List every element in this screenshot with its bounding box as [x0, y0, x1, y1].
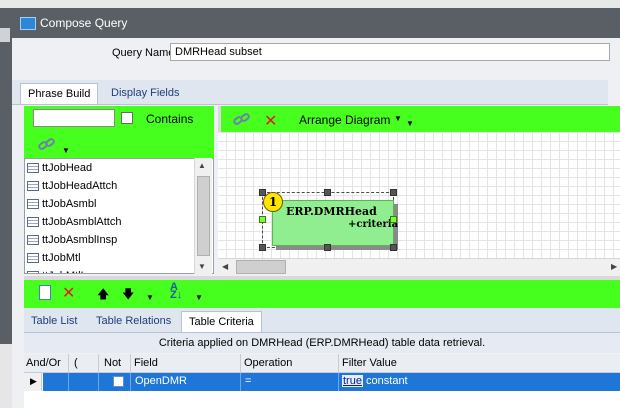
scroll-down-icon[interactable]: ▼	[198, 262, 206, 271]
resize-handle[interactable]	[390, 244, 397, 251]
list-item[interactable]: ttJobMtlInsp	[27, 267, 101, 273]
criteria-caption: Criteria applied on DMRHead (ERP.DMRHead…	[24, 333, 620, 353]
column-header-andor[interactable]: And/Or	[26, 357, 61, 369]
list-item[interactable]: ttJobAsmbl	[27, 195, 96, 213]
scroll-up-icon[interactable]: ▲	[198, 161, 206, 170]
list-item[interactable]: ttJobHeadAttch	[27, 177, 117, 195]
tab-display-fields[interactable]: Display Fields	[104, 83, 186, 103]
criteria-grid-empty-area	[24, 391, 620, 408]
table-list-scroll-thumb[interactable]	[197, 176, 210, 256]
table-icon	[27, 181, 39, 192]
window-title: Compose Query	[40, 16, 128, 30]
background-app-strip	[0, 0, 620, 8]
column-header-not[interactable]: Not	[104, 357, 121, 369]
resize-handle[interactable]	[324, 189, 331, 196]
toolbar-divider	[218, 106, 221, 132]
tab-table-criteria[interactable]: Table Criteria	[181, 311, 262, 332]
top-tab-bar: Phrase Build Display Fields	[12, 80, 608, 105]
filter-value-link[interactable]: true	[342, 375, 363, 387]
arrange-diagram-button[interactable]: Arrange Diagram	[299, 113, 390, 127]
column-header-field[interactable]: Field	[134, 357, 158, 369]
diagram-scroll-thumb[interactable]	[236, 260, 286, 274]
table-icon	[27, 271, 39, 273]
not-checkbox[interactable]	[113, 376, 124, 387]
move-down-icon[interactable]: 🡇	[122, 285, 134, 306]
link-icon[interactable]	[233, 112, 251, 129]
resize-handle[interactable]	[259, 244, 266, 251]
row-indicator[interactable]: ▶	[24, 373, 42, 391]
query-name-input[interactable]: DMRHead subset	[170, 43, 610, 61]
list-item[interactable]: ttJobMtl	[27, 249, 81, 267]
row-pointer-icon: ▶	[30, 376, 37, 386]
cell-divider	[240, 373, 241, 391]
list-item[interactable]: ttJobAsmblInsp	[27, 231, 117, 249]
cell-filter-value[interactable]: true constant	[342, 375, 408, 387]
chevron-down-icon[interactable]: ▼	[394, 114, 402, 123]
chevron-down-icon[interactable]: ▼	[146, 293, 154, 302]
delete-icon[interactable]: ✕	[264, 111, 277, 131]
node-order-badge: 1	[263, 192, 283, 212]
scroll-left-icon[interactable]: ◀	[222, 262, 228, 271]
column-header-paren[interactable]: (	[74, 357, 78, 369]
scroll-right-icon[interactable]: ▶	[611, 262, 617, 271]
criteria-grid-header: And/Or ( Not Field Operation Filter Valu…	[24, 354, 620, 373]
bottom-tab-bar: Table List Table Relations Table Criteri…	[24, 308, 620, 333]
table-search-input[interactable]	[33, 109, 115, 127]
criteria-toolbar	[24, 280, 620, 308]
cell-operation[interactable]: =	[245, 375, 251, 387]
table-icon	[27, 199, 39, 210]
diagram-toolbar	[218, 106, 620, 132]
column-header-filter-value[interactable]: Filter Value	[342, 357, 397, 369]
resize-handle[interactable]	[259, 189, 266, 196]
resize-handle[interactable]	[324, 244, 331, 251]
cell-field[interactable]: OpenDMR	[135, 375, 187, 387]
resize-handle[interactable]	[390, 189, 397, 196]
link-icon[interactable]	[38, 137, 56, 154]
table-list: ttJobHead ttJobHeadAttch ttJobAsmbl ttJo…	[24, 158, 214, 274]
column-divider	[338, 354, 339, 372]
background-app-panel	[0, 344, 12, 408]
column-header-operation[interactable]: Operation	[244, 357, 292, 369]
column-divider	[130, 354, 131, 372]
resize-handle[interactable]	[390, 216, 397, 223]
cell-divider	[338, 373, 339, 391]
cell-divider	[98, 373, 99, 391]
chevron-down-icon[interactable]: ▼	[62, 146, 70, 155]
table-node-title: ERP.DMRHead	[286, 205, 377, 218]
tab-table-list[interactable]: Table List	[24, 311, 84, 331]
cell-divider	[68, 373, 69, 391]
tab-phrase-build[interactable]: Phrase Build	[20, 83, 99, 104]
background-app-tab	[0, 28, 10, 42]
contains-label: Contains	[146, 112, 194, 126]
table-icon	[27, 253, 39, 264]
chevron-down-icon[interactable]: ▼	[406, 119, 414, 128]
column-divider	[240, 354, 241, 372]
tab-table-relations[interactable]: Table Relations	[89, 311, 178, 331]
cell-divider	[130, 373, 131, 391]
query-name-label: Query Name:	[112, 47, 178, 59]
new-document-icon[interactable]	[39, 285, 51, 300]
chevron-down-icon[interactable]: ▼	[195, 293, 203, 302]
title-bar[interactable]: Compose Query	[12, 8, 620, 38]
window-icon	[20, 17, 36, 30]
contains-checkbox[interactable]	[121, 112, 133, 124]
resize-handle[interactable]	[259, 216, 266, 223]
filter-value-type: constant	[366, 375, 408, 387]
column-divider	[68, 354, 69, 372]
delete-icon[interactable]: ✕	[62, 283, 75, 303]
sort-az-icon[interactable]: A Z↓	[170, 282, 182, 301]
list-item[interactable]: ttJobHead	[27, 159, 92, 177]
move-up-icon[interactable]: 🡅	[97, 285, 109, 306]
table-icon	[27, 217, 39, 228]
table-icon	[27, 235, 39, 246]
column-divider	[98, 354, 99, 372]
list-item[interactable]: ttJobAsmblAttch	[27, 213, 121, 231]
table-icon	[27, 163, 39, 174]
